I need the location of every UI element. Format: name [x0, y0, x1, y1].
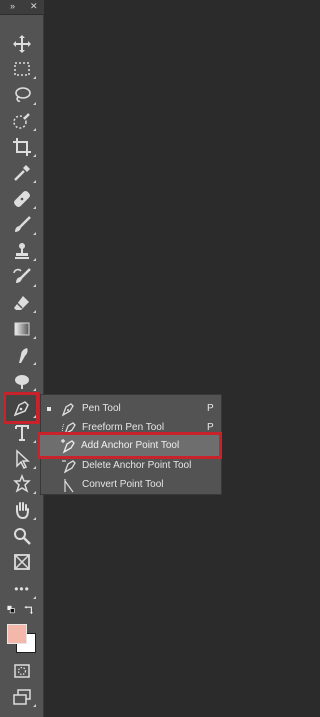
screen-mode-icon[interactable]	[6, 684, 38, 710]
edit-toolbar-icon[interactable]: •••	[6, 576, 38, 602]
menu-item-label: Convert Point Tool	[82, 479, 164, 490]
pen-tool-icon	[61, 403, 74, 417]
smudge-tool-icon[interactable]	[6, 342, 38, 368]
tools-panel-header: » ✕	[0, 0, 44, 15]
quick-mask-icon[interactable]	[6, 658, 38, 684]
active-tool-marker	[47, 407, 51, 411]
eyedropper-tool-icon[interactable]	[6, 160, 38, 186]
crop-tool-icon[interactable]	[6, 134, 38, 160]
swap-colors-icon[interactable]	[21, 602, 39, 618]
tools-panel: » ✕ •••	[0, 0, 44, 717]
brush-tool-icon[interactable]	[6, 212, 38, 238]
lasso-tool-icon[interactable]	[6, 82, 38, 108]
quick-selection-tool-icon[interactable]	[6, 108, 38, 134]
frame-tool-icon[interactable]	[6, 549, 38, 575]
dodge-tool-icon[interactable]	[6, 368, 38, 394]
zoom-tool-icon[interactable]	[6, 523, 38, 549]
hand-tool-icon[interactable]	[6, 497, 38, 523]
rectangular-marquee-tool-icon[interactable]	[6, 56, 38, 82]
healing-brush-tool-icon[interactable]	[6, 186, 38, 212]
convert-point-tool-icon	[64, 479, 74, 493]
double-chevron-icon[interactable]: »	[10, 0, 15, 13]
custom-shape-tool-icon[interactable]	[6, 471, 38, 497]
gradient-tool-icon[interactable]	[6, 316, 38, 342]
move-tool-icon[interactable]	[6, 31, 38, 57]
clone-stamp-tool-icon[interactable]	[6, 238, 38, 264]
history-brush-tool-icon[interactable]	[6, 264, 38, 290]
foreground-color-swatch[interactable]	[7, 624, 27, 644]
eraser-tool-icon[interactable]	[6, 290, 38, 316]
menu-item-label: Pen Tool	[82, 403, 121, 414]
default-colors-icon[interactable]	[3, 602, 23, 618]
shortcut-key: P	[207, 403, 214, 414]
menu-item-label: Add Anchor Point Tool	[81, 440, 180, 451]
menu-item-pen-tool[interactable]: Pen Tool P	[41, 399, 221, 418]
menu-item-add-anchor-point-tool[interactable]: Add Anchor Point Tool	[37, 432, 222, 459]
path-selection-tool-icon[interactable]	[6, 446, 38, 472]
menu-item-convert-point-tool[interactable]: Convert Point Tool	[41, 475, 221, 494]
close-icon[interactable]: ✕	[30, 0, 38, 13]
pen-tool-icon[interactable]	[6, 395, 38, 421]
delete-anchor-point-tool-icon	[62, 460, 76, 474]
type-tool-icon[interactable]	[6, 420, 38, 446]
add-anchor-point-tool-icon	[61, 439, 75, 454]
